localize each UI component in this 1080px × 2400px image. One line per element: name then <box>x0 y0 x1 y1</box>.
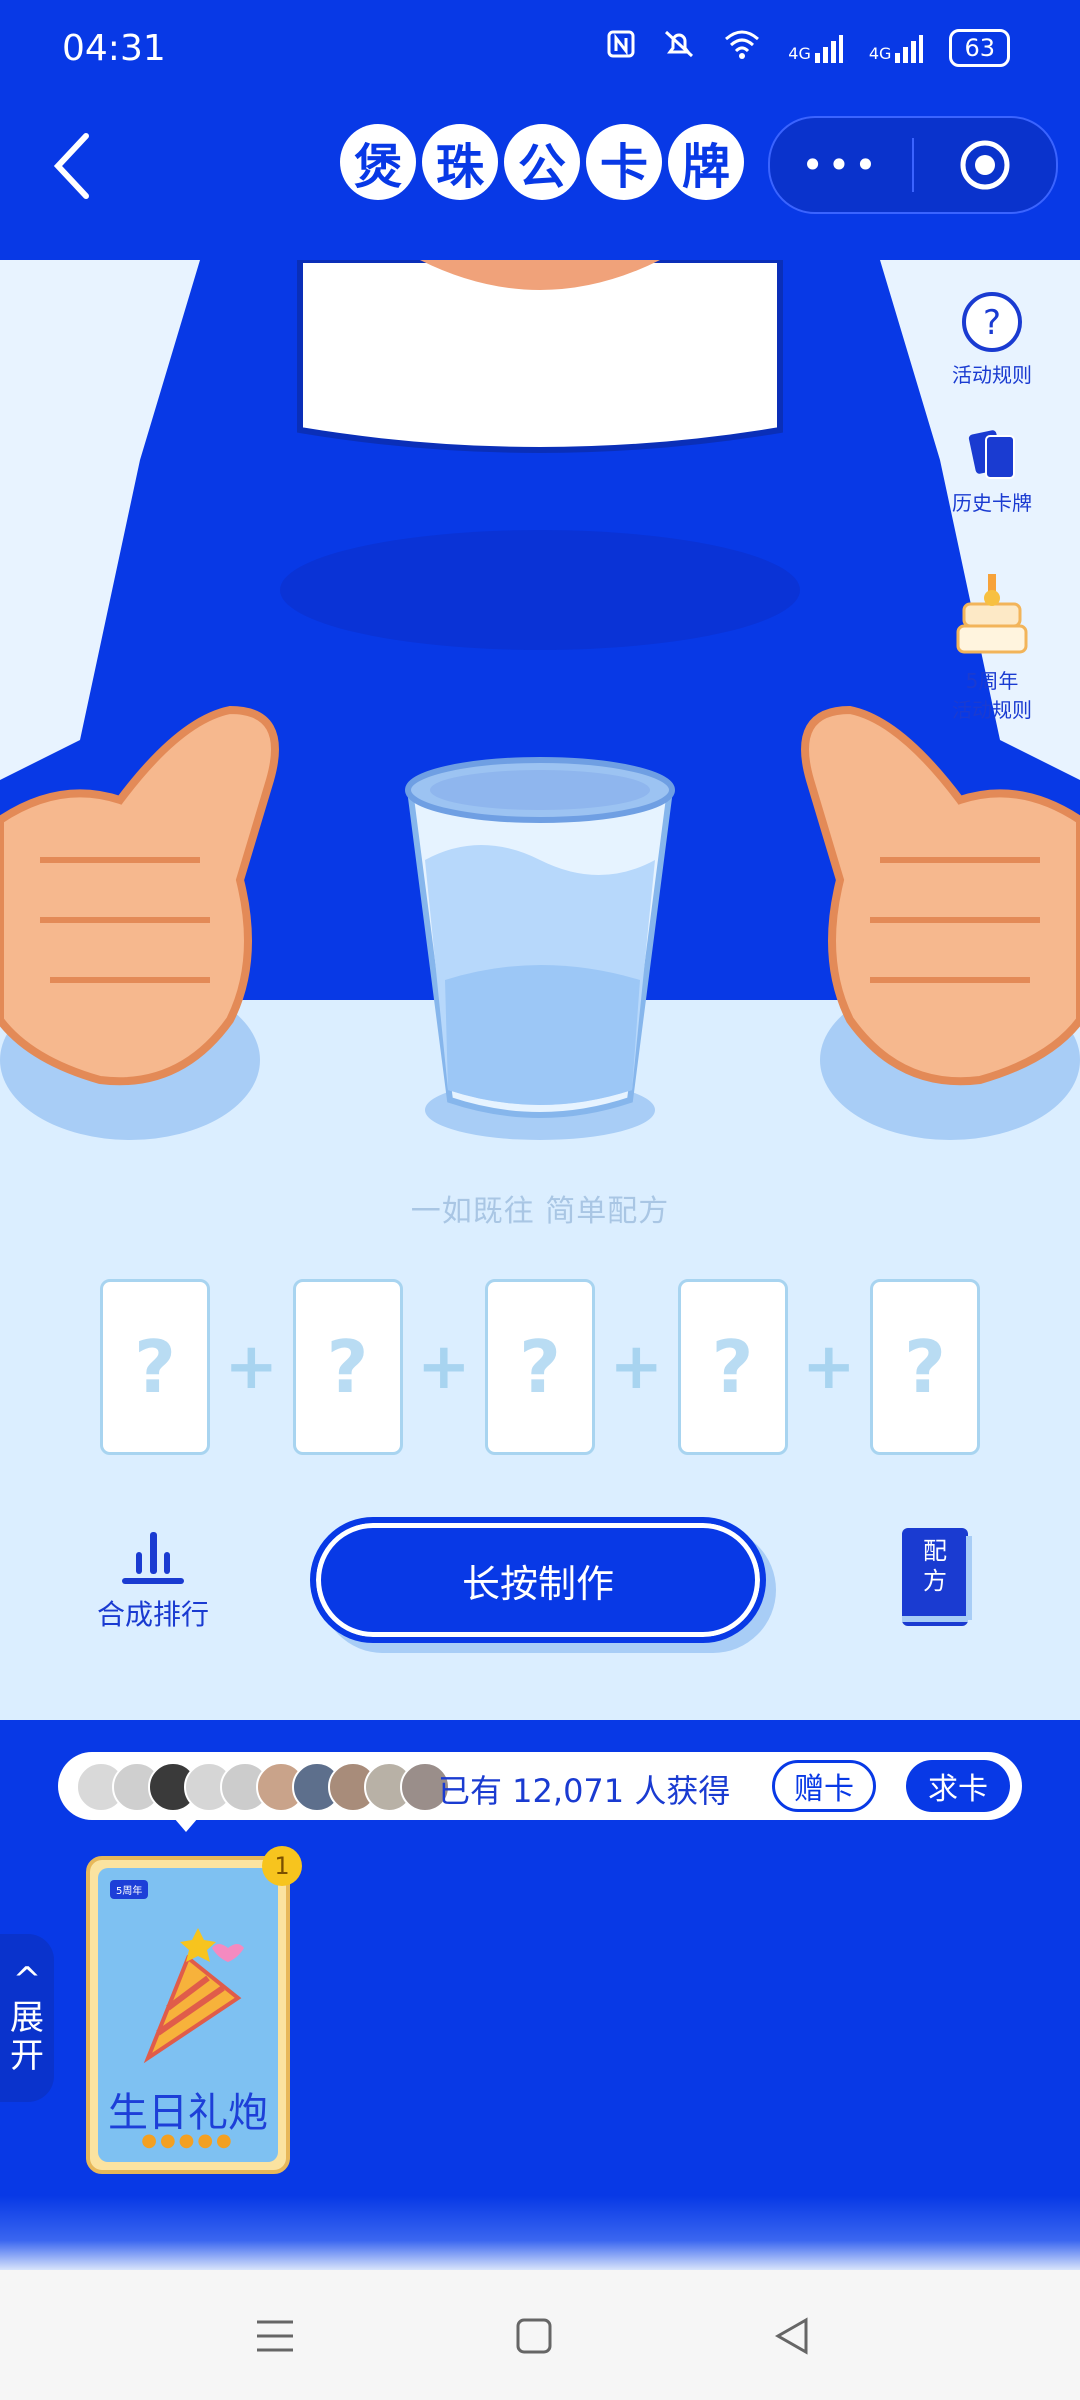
recipe-label-line2: 方 <box>923 1567 947 1595</box>
status-bar: 04:31 4G 4G 63 <box>0 0 1080 100</box>
svg-text:?: ? <box>983 303 1001 343</box>
title-char: 卡 <box>586 124 662 200</box>
chevron-up-icon: ^ <box>12 1960 42 2000</box>
card-tag: 5周年 <box>110 1880 149 1899</box>
back-triangle-icon <box>774 2317 808 2355</box>
home-button[interactable] <box>504 2306 564 2366</box>
home-icon <box>516 2318 552 2354</box>
menu-icon <box>257 2320 293 2352</box>
menu-button[interactable] <box>245 2306 305 2366</box>
card-rarity: ●●●●● <box>141 2130 235 2151</box>
mute-icon <box>662 28 696 68</box>
ingredient-slot[interactable]: ? <box>292 1279 403 1455</box>
chevron-left-icon <box>53 133 89 199</box>
ranking-icon <box>122 1532 184 1584</box>
request-card-button[interactable]: 求卡 <box>906 1760 1010 1812</box>
recipe-label: 配 方 <box>900 1536 970 1596</box>
history-cards-entry[interactable]: 历史卡牌 <box>932 430 1052 516</box>
target-icon <box>960 140 1010 190</box>
back-button[interactable] <box>44 126 114 206</box>
plus-icon: + <box>801 1330 856 1404</box>
bar-pointer <box>174 1818 198 1832</box>
page-title: 煲 珠 公 卡 牌 <box>340 124 744 200</box>
network-label: 4G <box>788 44 811 63</box>
recipe-subtitle: 一如既往 简单配方 <box>410 1194 670 1229</box>
battery-icon: 63 <box>949 29 1010 67</box>
nfc-icon <box>606 29 636 67</box>
system-navigation-bar <box>0 2270 1080 2400</box>
ingredient-slot[interactable]: ? <box>677 1279 788 1455</box>
recipe-book-button[interactable]: 配 方 <box>900 1526 974 1628</box>
status-icons: 4G 4G 63 <box>606 28 1010 68</box>
title-char: 珠 <box>422 124 498 200</box>
anniversary-label-2: 活动规则 <box>952 698 1032 722</box>
signal-icon: 4G <box>788 33 843 63</box>
status-time: 04:31 <box>62 28 166 69</box>
rules-entry[interactable]: ? 活动规则 <box>932 290 1052 388</box>
plus-icon: + <box>609 1330 664 1404</box>
history-label: 历史卡牌 <box>952 491 1032 515</box>
make-button[interactable]: 长按制作 <box>310 1517 766 1643</box>
ingredient-slots: ? + ? + ? + ? + ? <box>100 1276 980 1458</box>
mascot-illustration <box>0 260 1080 1720</box>
anniversary-rules-entry[interactable]: 5周年 活动规则 <box>932 570 1052 723</box>
back-nav-button[interactable] <box>762 2306 822 2366</box>
give-card-button[interactable]: 赠卡 <box>772 1760 876 1812</box>
rules-label: 活动规则 <box>952 363 1032 387</box>
ranking-button[interactable]: 合成排行 <box>88 1530 218 1640</box>
expand-label-1: 展 <box>10 1998 44 2038</box>
signal-icon: 4G <box>869 33 924 63</box>
ingredient-slot[interactable]: ? <box>870 1279 980 1455</box>
title-char: 牌 <box>668 124 744 200</box>
close-button[interactable] <box>914 118 1056 212</box>
obtained-count-text: 已有 12,071 人获得 <box>438 1772 731 1810</box>
card-count-badge: 1 <box>262 1846 302 1886</box>
card-item[interactable]: 5周年 生日礼炮 ●●●●● <box>86 1856 290 2174</box>
avatar-group <box>76 1762 450 1812</box>
ingredient-slot[interactable]: ? <box>100 1279 210 1455</box>
title-char: 煲 <box>340 124 416 200</box>
title-char: 公 <box>504 124 580 200</box>
bottom-gradient <box>0 2196 1080 2270</box>
cards-icon <box>968 430 1015 479</box>
mini-program-capsule: ••• <box>768 116 1058 214</box>
illustration-scene <box>0 260 1080 1720</box>
help-icon: ? <box>962 292 1022 352</box>
wifi-icon <box>722 29 762 67</box>
network-label: 4G <box>868 44 892 63</box>
card-face: 5周年 生日礼炮 ●●●●● <box>98 1868 278 2162</box>
party-popper-icon <box>143 1928 244 2064</box>
anniversary-label-1: 5周年 <box>965 669 1019 693</box>
ingredient-slot[interactable]: ? <box>485 1279 595 1455</box>
expand-label-2: 开 <box>10 2036 44 2076</box>
ranking-label: 合成排行 <box>96 1598 209 1631</box>
expand-button[interactable]: ^ 展 开 <box>0 1934 54 2102</box>
more-button[interactable]: ••• <box>770 118 912 212</box>
plus-icon: + <box>224 1330 279 1404</box>
cake-icon <box>956 574 1028 654</box>
plus-icon: + <box>416 1330 471 1404</box>
recipe-label-line1: 配 <box>923 1537 947 1565</box>
